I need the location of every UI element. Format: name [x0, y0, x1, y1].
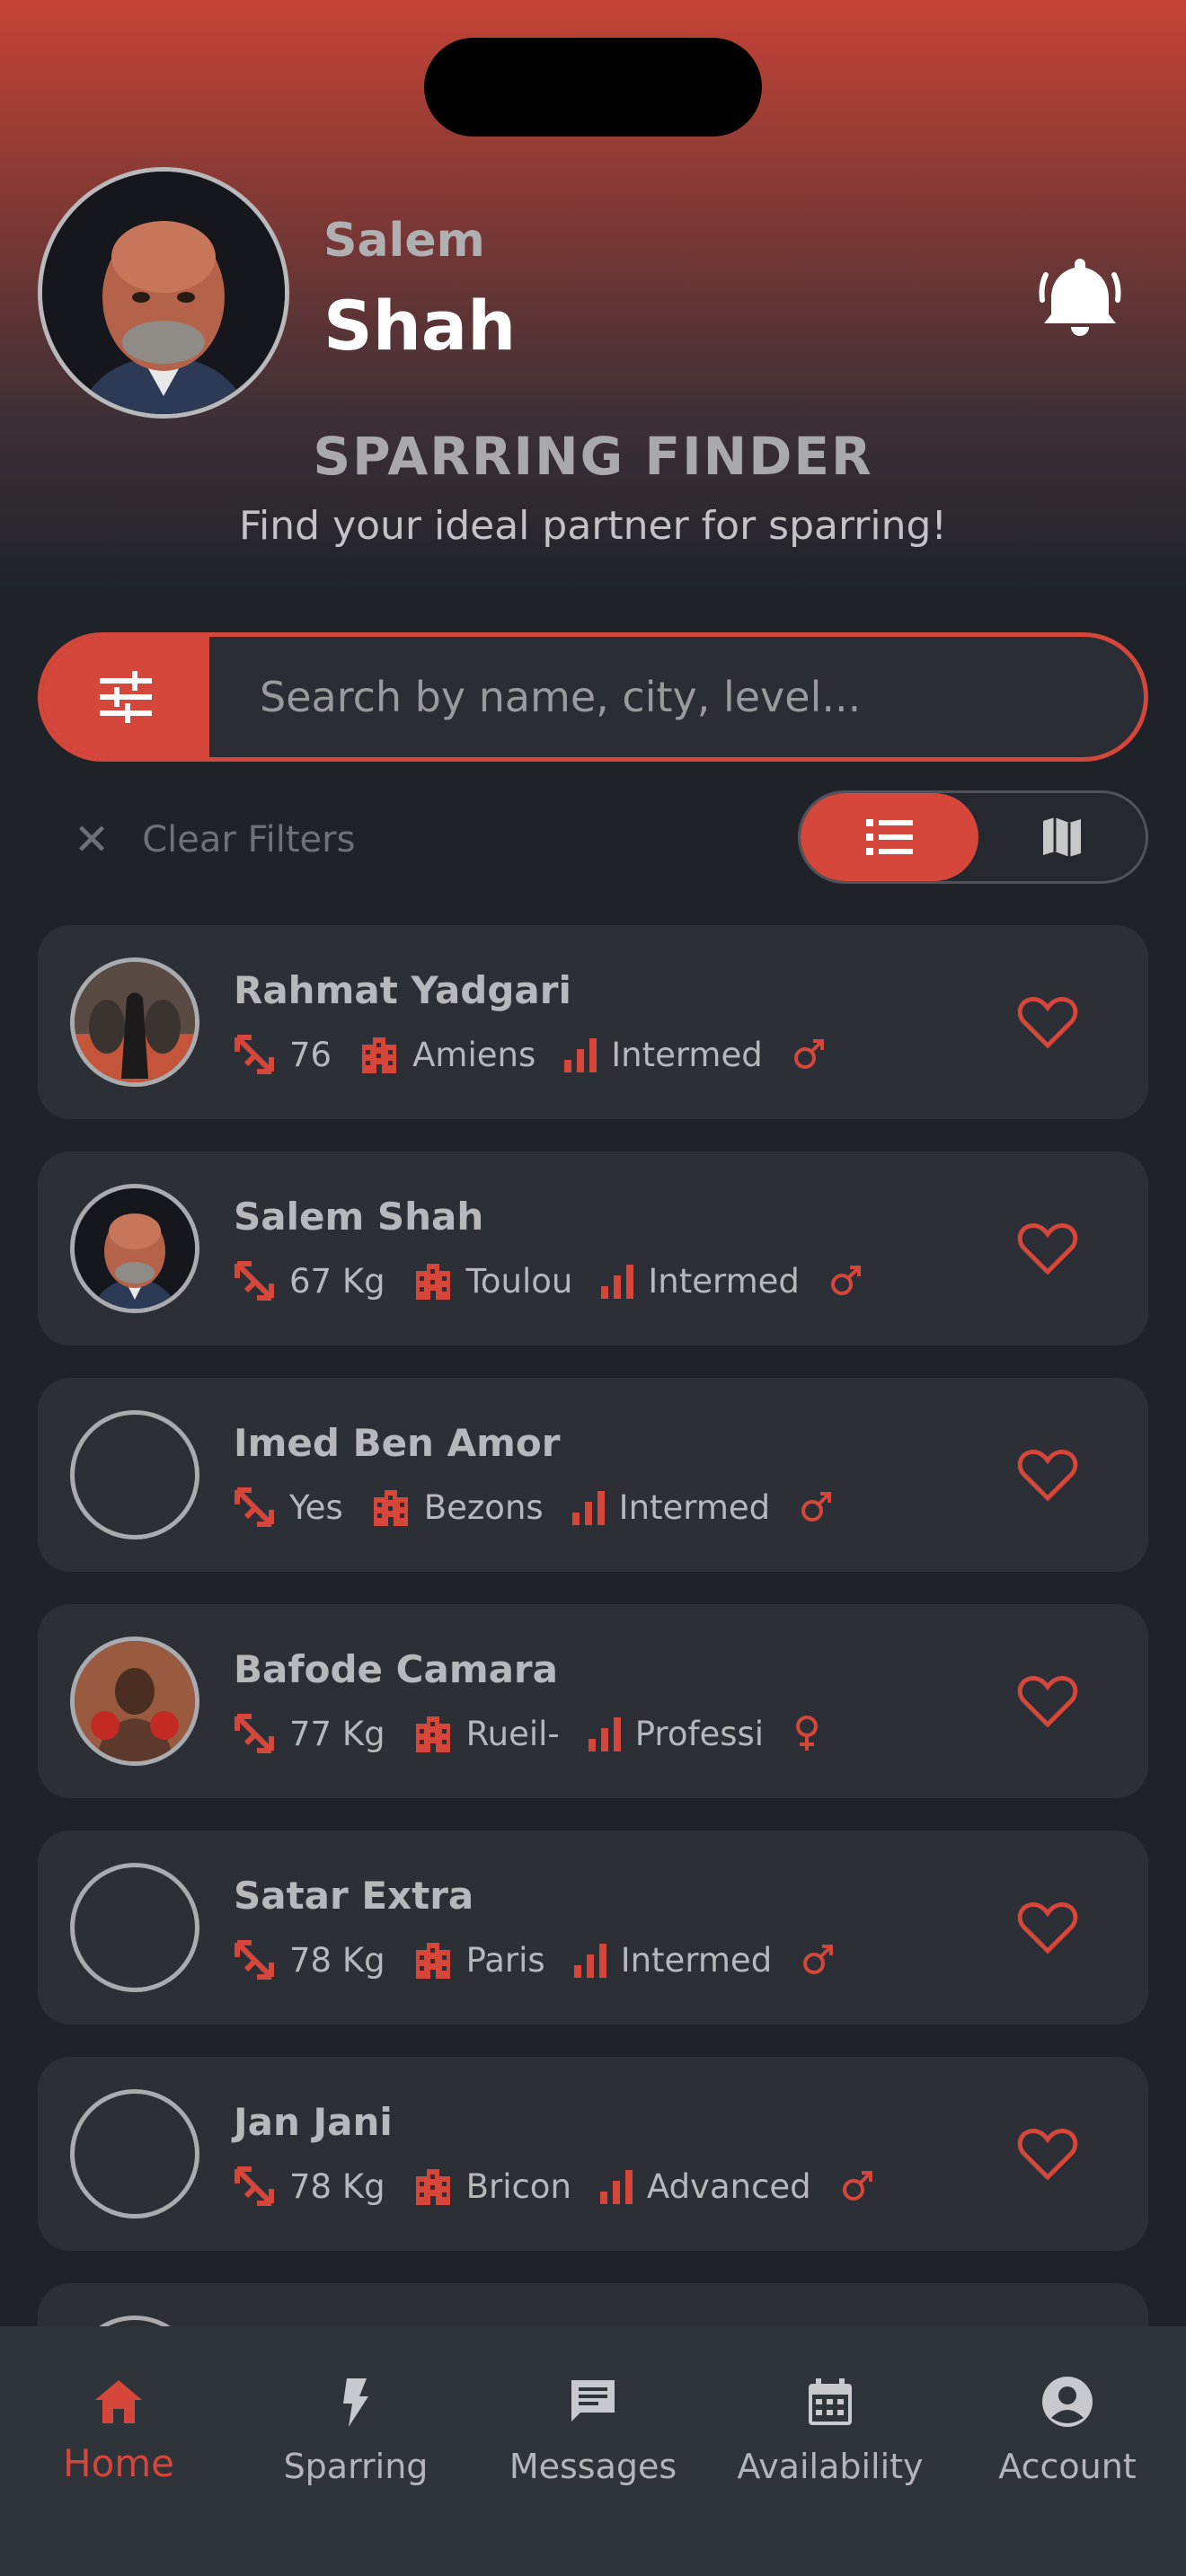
home-icon	[95, 2380, 142, 2423]
favorite-heart-icon[interactable]	[1017, 1444, 1078, 1505]
partner-card[interactable]: Satar Extra 78 Kg Paris Intermed	[38, 1831, 1148, 2025]
city-icon	[415, 2169, 450, 2205]
calendar-icon	[809, 2378, 852, 2425]
view-toggle	[798, 790, 1148, 884]
page-subtitle: Find your ideal partner for sparring!	[238, 503, 948, 549]
partner-meta: 78 Kg Paris Intermed	[234, 1935, 878, 1985]
level-bars-icon	[573, 1944, 606, 1978]
partner-name: Satar Extra	[234, 1874, 474, 1918]
male-icon	[842, 2171, 872, 2201]
partner-card[interactable]: Rahmat Yadgari 76 Amiens Intermed	[38, 925, 1148, 1119]
partner-meta: 67 Kg Toulou Intermed	[234, 1256, 906, 1306]
partner-meta: 77 Kg Rueil- Professi	[234, 1708, 864, 1759]
male-icon	[803, 1945, 834, 1974]
partner-avatar	[70, 1636, 199, 1766]
partner-avatar	[70, 2089, 199, 2219]
nav-home[interactable]: Home	[0, 2326, 237, 2506]
dynamic-island	[424, 38, 762, 137]
weight-arrows-icon	[235, 1487, 274, 1527]
nav-sparring[interactable]: Sparring	[237, 2326, 474, 2506]
profile-first-name: Salem	[323, 214, 485, 268]
sliders-icon	[100, 671, 152, 723]
list-icon	[866, 819, 913, 855]
level-bars-icon	[601, 1265, 634, 1299]
partner-name: Bafode Camara	[234, 1647, 558, 1691]
level-bars-icon	[571, 1491, 605, 1525]
level-bars-icon	[599, 2170, 633, 2204]
list-view-button[interactable]	[801, 793, 978, 881]
male-icon	[801, 1492, 832, 1522]
partner-name: Rahmat Yadgari	[234, 968, 571, 1012]
weight-arrows-icon	[235, 1940, 274, 1980]
level-bars-icon	[564, 1038, 597, 1072]
partner-name: Jan Jani	[234, 2100, 393, 2144]
partner-meta: Yes Bezons Intermed	[234, 1482, 876, 1532]
search-input[interactable]	[209, 637, 1144, 757]
weight-arrows-icon	[235, 1035, 274, 1074]
filter-button[interactable]	[42, 637, 209, 757]
weight-arrows-icon	[235, 2166, 274, 2206]
partner-avatar	[70, 1863, 199, 1992]
partner-meta: 76 Amiens Intermed	[234, 1029, 869, 1080]
bolt-icon	[343, 2378, 368, 2427]
partner-card[interactable]: Bafode Camara 77 Kg Rueil- Professi	[38, 1604, 1148, 1798]
city-icon	[362, 1037, 397, 1073]
favorite-heart-icon[interactable]	[1017, 1218, 1078, 1279]
partner-card[interactable]: Jan Jani 78 Kg Bricon Advanced	[38, 2057, 1148, 2251]
profile-avatar[interactable]	[38, 167, 289, 419]
profile-last-name: Shah	[323, 286, 517, 366]
partner-card[interactable]: Imed Ben Amor Yes Bezons Intermed	[38, 1378, 1148, 1572]
weight-arrows-icon	[235, 1261, 274, 1301]
map-icon	[1043, 817, 1081, 857]
close-icon: ✕	[74, 815, 111, 865]
bottom-nav: Home Sparring Messages Availability Acco…	[0, 2326, 1186, 2576]
message-icon	[571, 2380, 615, 2422]
weight-arrows-icon	[235, 1714, 274, 1753]
favorite-heart-icon[interactable]	[1017, 2123, 1078, 2184]
male-icon	[830, 1266, 861, 1295]
female-icon	[796, 1716, 819, 1751]
notifications-bell-icon[interactable]	[1033, 248, 1127, 341]
city-icon	[373, 1490, 408, 1526]
partner-meta: 78 Kg Bricon Advanced	[234, 2161, 917, 2211]
city-icon	[415, 1716, 450, 1752]
account-icon	[1042, 2377, 1093, 2427]
level-bars-icon	[588, 1717, 621, 1751]
partner-avatar	[70, 957, 199, 1087]
partner-name: Salem Shah	[234, 1195, 484, 1239]
favorite-heart-icon[interactable]	[1017, 1897, 1078, 1958]
partner-card[interactable]: Salem Shah 67 Kg Toulou Intermed	[38, 1151, 1148, 1345]
favorite-heart-icon[interactable]	[1017, 1671, 1078, 1732]
city-icon	[415, 1264, 450, 1300]
favorite-heart-icon[interactable]	[1017, 992, 1078, 1053]
city-icon	[415, 1943, 450, 1979]
male-icon	[793, 1039, 824, 1069]
page-title: SPARRING FINDER	[313, 426, 873, 487]
partner-avatar	[70, 1410, 199, 1539]
map-view-button[interactable]	[978, 793, 1146, 881]
partner-name: Imed Ben Amor	[234, 1421, 561, 1465]
nav-availability[interactable]: Availability	[712, 2326, 949, 2506]
nav-messages[interactable]: Messages	[474, 2326, 712, 2506]
nav-account[interactable]: Account	[949, 2326, 1186, 2506]
clear-filters-label: Clear Filters	[142, 819, 356, 860]
clear-filters-button[interactable]: ✕ Clear Filters	[74, 808, 355, 871]
search-bar	[38, 632, 1148, 762]
partner-avatar	[70, 1184, 199, 1313]
